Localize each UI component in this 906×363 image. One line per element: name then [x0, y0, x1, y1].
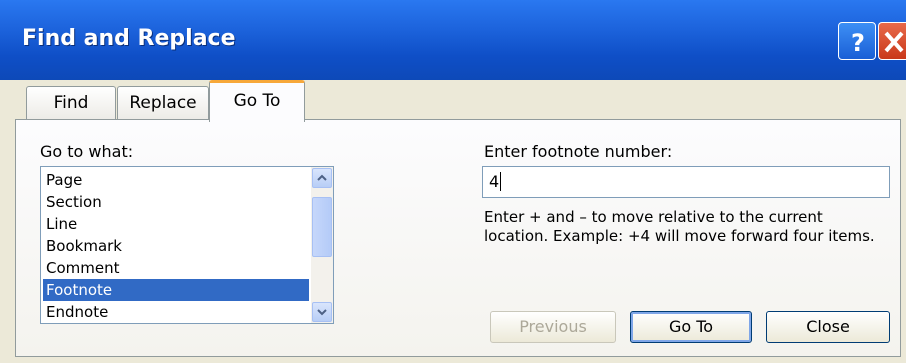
go-to-what-label: Go to what: [40, 142, 134, 161]
close-window-button[interactable] [878, 22, 906, 60]
tab-replace-label: Replace [129, 93, 197, 113]
listbox-scrollbar[interactable] [311, 167, 333, 323]
tab-find[interactable]: Find [26, 86, 116, 120]
footnote-number-input[interactable]: 4 [482, 166, 890, 198]
title-bar[interactable]: Find and Replace ? [0, 0, 906, 80]
svg-text:?: ? [851, 29, 865, 57]
footnote-number-value: 4 [489, 172, 500, 191]
footnote-number-label: Enter footnote number: [484, 142, 673, 161]
list-item-bookmark[interactable]: Bookmark [43, 235, 309, 257]
help-button[interactable]: ? [838, 22, 876, 60]
list-item-comment[interactable]: Comment [43, 257, 309, 279]
dialog-title: Find and Replace [22, 26, 236, 51]
close-icon [884, 31, 904, 53]
relative-move-help-text: Enter + and – to move relative to the cu… [484, 208, 875, 245]
close-button[interactable]: Close [766, 311, 890, 343]
list-item-page[interactable]: Page [43, 169, 309, 191]
list-item-line[interactable]: Line [43, 213, 309, 235]
tab-go-to[interactable]: Go To [209, 80, 305, 122]
tab-find-label: Find [53, 93, 89, 113]
scroll-thumb[interactable] [312, 197, 332, 257]
go-to-what-listbox[interactable]: Page Section Line Bookmark Comment Footn… [40, 166, 334, 324]
list-item-footnote[interactable]: Footnote [43, 279, 309, 301]
chevron-up-icon [317, 174, 327, 181]
tab-go-to-label: Go To [233, 91, 281, 111]
chevron-down-icon [317, 309, 327, 316]
help-icon: ? [851, 29, 865, 57]
tab-replace[interactable]: Replace [117, 86, 209, 120]
list-item-section[interactable]: Section [43, 191, 309, 213]
go-to-button[interactable]: Go To [630, 311, 752, 343]
previous-button[interactable]: Previous [490, 311, 616, 343]
find-replace-dialog: Find and Replace ? Find Replace Go To Go… [0, 0, 906, 363]
scroll-down-button[interactable] [312, 302, 332, 322]
list-item-endnote[interactable]: Endnote [43, 301, 309, 323]
scroll-up-button[interactable] [312, 168, 332, 188]
